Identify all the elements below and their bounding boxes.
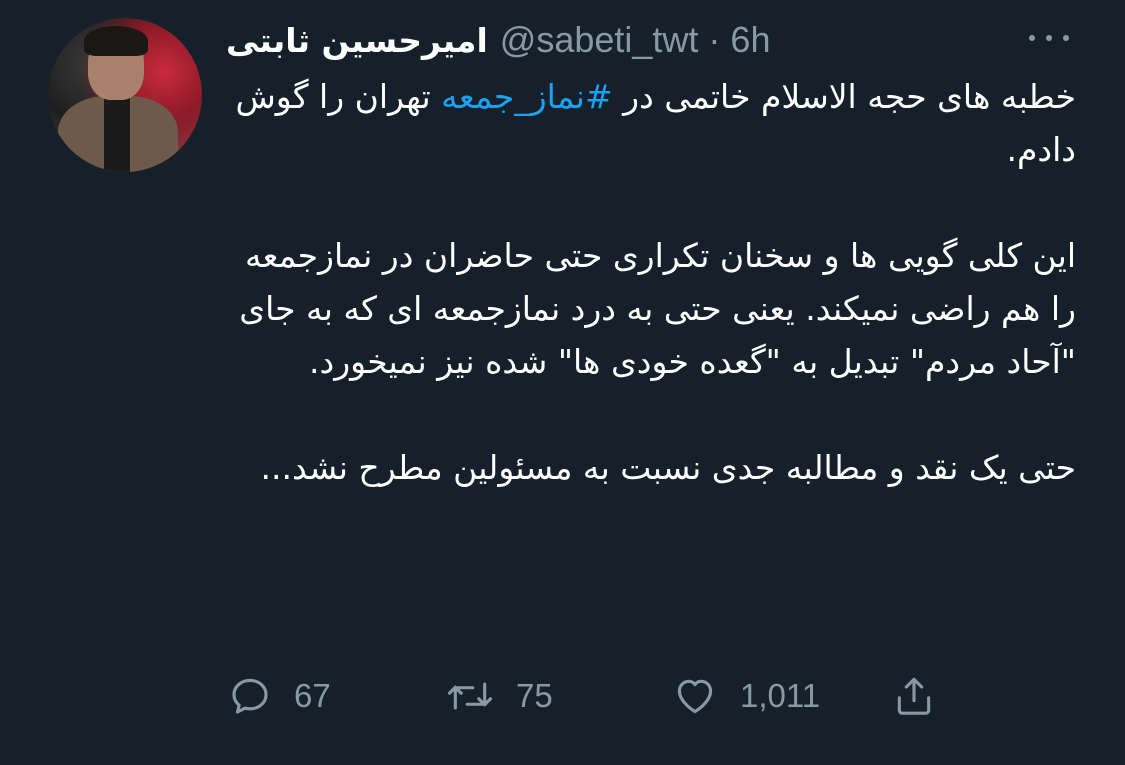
hashtag-link[interactable]: #نماز_جمعه xyxy=(441,77,613,116)
heart-icon xyxy=(672,674,718,718)
retweet-count: 75 xyxy=(516,677,553,714)
reply-button[interactable]: 67 xyxy=(228,674,331,718)
share-icon xyxy=(892,673,936,719)
more-icon[interactable] xyxy=(1029,30,1069,46)
more-dot xyxy=(1046,35,1052,41)
avatar-shirt xyxy=(104,98,130,172)
tweet-paragraph-1: خطبه های حجه الاسلام خاتمی در #نماز_جمعه… xyxy=(220,70,1076,176)
retweet-icon xyxy=(446,674,494,718)
tweet-paragraph-3: حتی یک نقد و مطالبه جدی نسبت به مسئولین … xyxy=(260,448,1076,487)
avatar-hair xyxy=(84,26,148,56)
avatar[interactable] xyxy=(48,18,202,172)
handle-and-time[interactable]: @sabeti_twt · 6h xyxy=(500,19,771,61)
tweet-actions: 67 75 1,011 xyxy=(228,668,948,724)
tweet-text: خطبه های حجه الاسلام خاتمی در #نماز_جمعه… xyxy=(220,70,1076,494)
retweet-button[interactable]: 75 xyxy=(446,674,553,718)
reply-icon xyxy=(228,674,272,718)
reply-count: 67 xyxy=(294,677,331,714)
like-button[interactable]: 1,011 xyxy=(672,674,820,718)
more-dot xyxy=(1063,35,1069,41)
tweet-header: امیرحسین ثابتی @sabeti_twt · 6h xyxy=(226,14,770,66)
text-segment: خطبه های حجه الاسلام خاتمی در xyxy=(612,77,1076,116)
display-name[interactable]: امیرحسین ثابتی xyxy=(226,21,488,60)
tweet-paragraph-2: این کلی گویی ها و سخنان تکراری حتی حاضرا… xyxy=(239,236,1076,381)
like-count: 1,011 xyxy=(740,677,821,714)
share-button[interactable] xyxy=(892,673,936,719)
more-dot xyxy=(1029,35,1035,41)
